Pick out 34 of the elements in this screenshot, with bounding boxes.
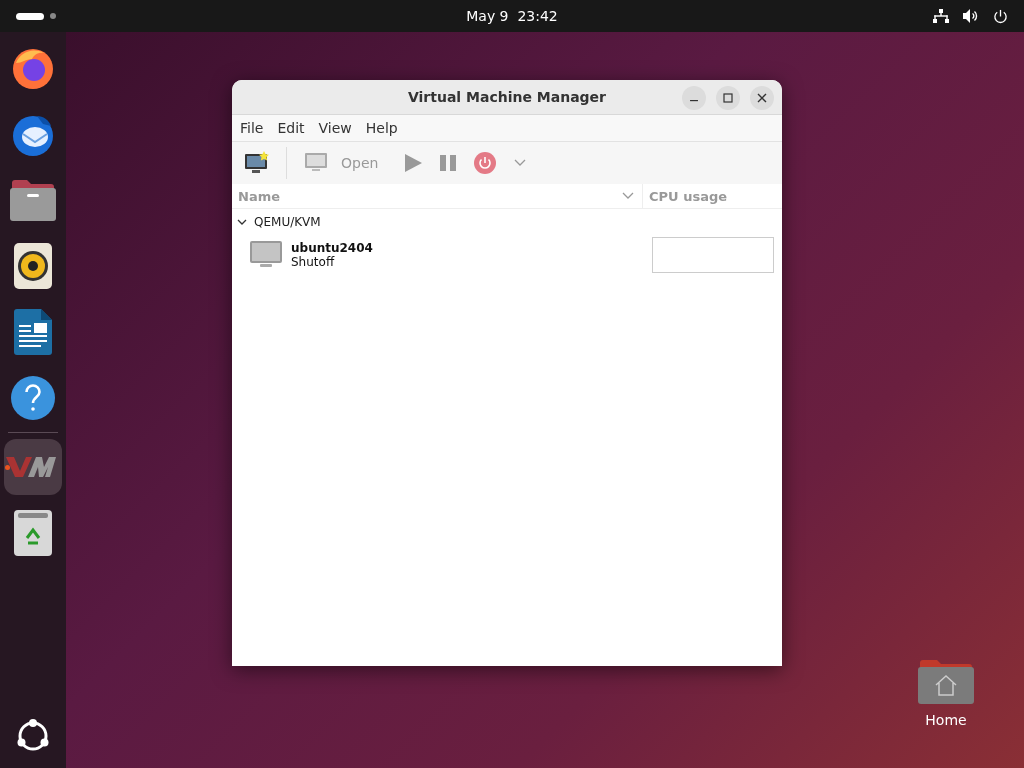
speaker-icon (14, 243, 52, 289)
new-vm-icon[interactable] (244, 151, 270, 175)
vm-name[interactable]: ubuntu2404 (291, 241, 652, 255)
sort-caret-icon (622, 192, 634, 200)
desktop-icon-label[interactable]: Home (925, 712, 967, 728)
maximize-icon (723, 93, 733, 103)
trash-icon (14, 510, 52, 556)
maximize-button[interactable] (716, 86, 740, 110)
minimize-icon (690, 100, 698, 102)
menu-item[interactable]: View (314, 120, 356, 136)
vm-status: Shutoff (291, 255, 336, 269)
play-icon[interactable] (404, 154, 423, 172)
caret-icon[interactable] (514, 159, 527, 167)
menu-item[interactable]: File (236, 120, 268, 136)
pause-icon[interactable] (440, 155, 457, 171)
close-icon (757, 93, 767, 103)
home-folder-icon[interactable] (918, 658, 974, 704)
menu-item[interactable]: Help (361, 120, 402, 136)
expander-icon[interactable] (237, 218, 247, 226)
network-icon[interactable] (933, 9, 949, 23)
monitor-icon (305, 153, 327, 173)
connection-name[interactable]: QEMU/KVM (254, 215, 321, 229)
document-icon (14, 309, 52, 355)
window-title: Virtual Machine Manager (407, 89, 607, 105)
clock[interactable]: May 9 23:42 (466, 8, 558, 24)
dock-item[interactable] (4, 439, 62, 495)
folder-icon (10, 179, 56, 221)
power-icon[interactable] (993, 8, 1008, 24)
volume-icon[interactable] (963, 9, 979, 23)
monitor-icon (250, 241, 282, 269)
close-button[interactable] (750, 86, 774, 110)
help-icon (11, 376, 55, 420)
menu-item[interactable]: Edit (273, 120, 309, 136)
workspace-indicator[interactable] (16, 12, 44, 20)
